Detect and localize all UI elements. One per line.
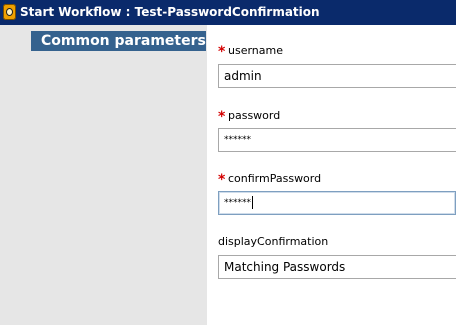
- window-titlebar: Start Workflow : Test-PasswordConfirmati…: [0, 0, 456, 25]
- workflow-app-icon: [3, 4, 16, 20]
- required-icon: *: [218, 109, 226, 125]
- password-label: password: [228, 109, 281, 122]
- password-input[interactable]: ******: [218, 128, 456, 152]
- confirm-password-label: confirmPassword: [228, 172, 322, 185]
- username-label: username: [228, 44, 283, 57]
- window-title: Start Workflow : Test-PasswordConfirmati…: [20, 5, 320, 19]
- required-icon: *: [218, 172, 226, 188]
- text-caret: [252, 196, 253, 209]
- display-confirmation-input[interactable]: Matching Passwords: [218, 255, 456, 279]
- display-confirmation-label: displayConfirmation: [218, 235, 329, 248]
- username-input[interactable]: admin: [218, 64, 456, 88]
- left-panel: [0, 25, 207, 325]
- section-tab-common-parameters[interactable]: Common parameters: [31, 31, 206, 51]
- confirm-password-value: ******: [224, 198, 251, 208]
- confirm-password-input[interactable]: ******: [218, 191, 456, 215]
- required-icon: *: [218, 44, 226, 60]
